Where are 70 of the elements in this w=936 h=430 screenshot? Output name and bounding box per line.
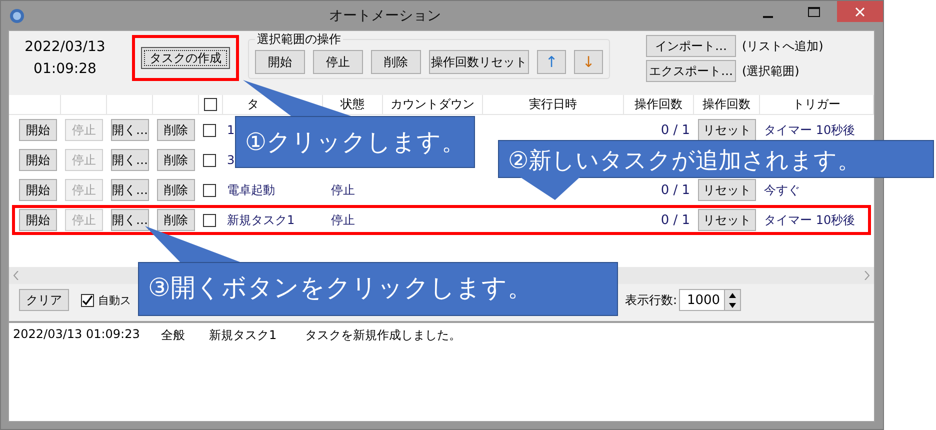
count-text: 0 / 1	[660, 182, 690, 198]
count-text: 0 / 1	[660, 122, 690, 138]
task-name: 電卓起動	[227, 182, 275, 198]
row-checkbox[interactable]	[203, 154, 216, 166]
app-icon	[9, 8, 25, 24]
log-message: タスクを新規作成しました。	[305, 327, 462, 344]
log-category: 全般	[161, 327, 186, 344]
callout-text: ②新しいタスクが追加されます。	[508, 147, 861, 176]
row-button[interactable]: 削除	[157, 179, 195, 201]
status-text: 停止	[331, 212, 355, 228]
column-header[interactable]: タ	[247, 96, 259, 113]
task-name: 新規タスク1	[227, 212, 295, 228]
row-checkbox[interactable]	[203, 214, 216, 226]
row-button[interactable]: 削除	[157, 209, 195, 231]
import-button[interactable]: インポート…	[646, 35, 736, 57]
row-button[interactable]: 削除	[157, 149, 195, 171]
column-header[interactable]: トリガー	[792, 96, 840, 113]
row-button[interactable]: 開く…	[111, 179, 149, 201]
trigger-text: タイマー 10秒後	[764, 212, 856, 228]
callout-text: ③開くボタンをクリックします。	[148, 272, 532, 304]
task-name: 1	[227, 123, 235, 137]
reset-button[interactable]: リセット	[698, 209, 756, 231]
row-button[interactable]: 削除	[157, 119, 195, 141]
group-title: 選択範囲の操作	[256, 31, 342, 48]
hint-text: (選択範囲)	[742, 62, 800, 80]
close-icon	[855, 6, 865, 16]
clear-button[interactable]: クリア	[19, 289, 69, 311]
callout-text: ①クリックします。	[245, 127, 466, 158]
selection-action-button[interactable]: 開始	[255, 50, 305, 74]
maximize-icon	[808, 6, 820, 16]
selection-action-button[interactable]: 操作回数リセット	[429, 50, 529, 74]
select-all-checkbox[interactable]	[204, 98, 217, 111]
rows-shown-label: 表示行数:	[625, 292, 678, 308]
selection-action-button[interactable]: 削除	[371, 50, 421, 74]
check-icon	[82, 294, 93, 306]
row-button[interactable]: 開く…	[111, 209, 149, 231]
column-header[interactable]: カウントダウン	[390, 96, 474, 113]
task-name: 3	[227, 153, 235, 167]
create-task-button[interactable]: タスクの作成	[141, 47, 230, 69]
row-checkbox[interactable]	[203, 124, 216, 136]
log-task: 新規タスク1	[209, 327, 278, 344]
column-header[interactable]: 操作回数	[634, 96, 682, 113]
selection-action-button[interactable]: 停止	[313, 50, 363, 74]
row-button[interactable]: 開く…	[111, 119, 149, 141]
column-header[interactable]: 操作回数	[702, 96, 750, 113]
hint-text: (リストへ追加)	[742, 38, 824, 54]
row-button[interactable]: 開始	[19, 149, 57, 171]
auto-scroll-checkbox[interactable]	[81, 294, 94, 306]
row-button[interactable]: 開始	[19, 119, 57, 141]
date-text: 2022/03/13	[24, 39, 106, 55]
export-button[interactable]: エクスポート…	[646, 60, 736, 82]
close-button[interactable]	[837, 1, 883, 22]
checkbox-label: 自動ス	[98, 292, 131, 308]
reset-button[interactable]: リセット	[698, 119, 756, 141]
window-title: オートメーション	[328, 6, 442, 24]
column-header[interactable]: 実行日時	[529, 96, 577, 113]
log-time: 2022/03/13 01:09:23	[13, 327, 141, 343]
count-text: 0 / 1	[660, 212, 690, 228]
trigger-text: 今すぐ	[764, 182, 800, 198]
row-button[interactable]: 開始	[19, 179, 57, 201]
column-header[interactable]: 状態	[340, 96, 364, 113]
status-text: 停止	[331, 182, 355, 198]
row-checkbox[interactable]	[203, 184, 216, 196]
time-text: 01:09:28	[34, 61, 96, 77]
trigger-text: タイマー 10秒後	[764, 122, 856, 138]
minimize-icon	[763, 16, 773, 18]
reset-button[interactable]: リセット	[698, 179, 756, 201]
row-button[interactable]: 開始	[19, 209, 57, 231]
rows-shown-spinner[interactable]: 1000	[679, 289, 742, 311]
row-button[interactable]: 開く…	[111, 149, 149, 171]
